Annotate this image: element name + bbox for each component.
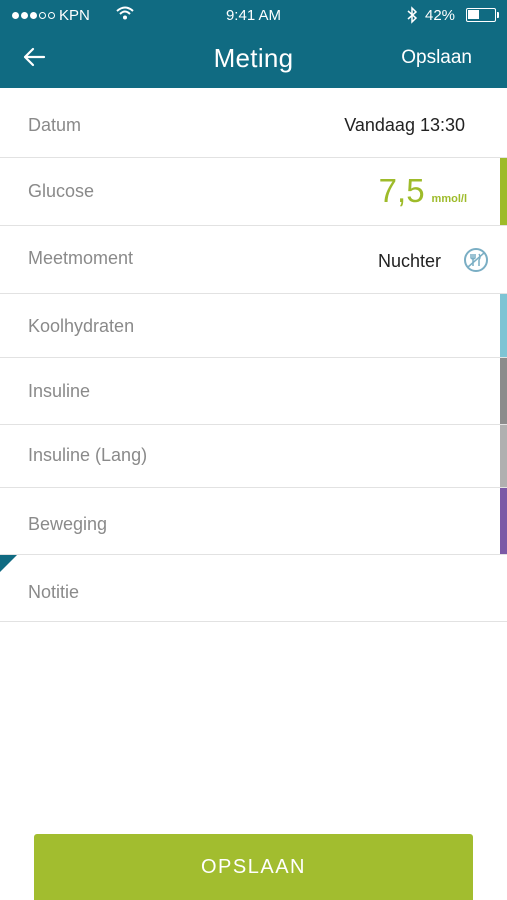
insuline-lang-label: Insuline (Lang) — [28, 445, 148, 465]
row-koolhydraten[interactable]: Koolhydraten — [0, 294, 507, 358]
beweging-label: Beweging — [28, 514, 108, 534]
row-notitie[interactable]: Notitie — [0, 555, 507, 622]
navigation-bar: Meting Opslaan — [0, 30, 507, 88]
status-bar: KPN 9:41 AM 42% — [0, 0, 507, 30]
bluetooth-icon — [406, 6, 418, 28]
notitie-label: Notitie — [28, 582, 80, 602]
row-meetmoment[interactable]: Meetmoment Nuchter — [0, 226, 507, 294]
insuline-accent-bar — [500, 358, 507, 424]
glucose-accent-bar — [500, 158, 507, 225]
beweging-accent-bar — [500, 488, 507, 554]
battery-percentage: 42% — [425, 7, 456, 24]
glucose-value: 7,5 mmol/l — [379, 172, 467, 210]
top-bar: KPN 9:41 AM 42% Meting Opslaan — [0, 0, 507, 88]
row-datum[interactable]: Datum Vandaag 13:30 — [0, 88, 507, 158]
save-button[interactable]: OPSLAAN — [34, 834, 473, 900]
koolhydraten-label: Koolhydraten — [28, 316, 135, 336]
meetmoment-value: Nuchter — [377, 251, 441, 271]
battery-icon — [466, 8, 499, 22]
insuline-label: Insuline — [28, 381, 91, 401]
fasting-icon — [464, 248, 488, 272]
insuline-lang-accent-bar — [500, 425, 507, 487]
measurement-form: Datum Vandaag 13:30 Glucose 7,5 mmol/l M… — [0, 88, 507, 622]
koolhydraten-accent-bar — [500, 294, 507, 357]
row-insuline[interactable]: Insuline — [0, 358, 507, 425]
datum-value: Vandaag 13:30 — [344, 115, 465, 135]
glucose-label: Glucose — [28, 181, 95, 201]
row-glucose[interactable]: Glucose 7,5 mmol/l — [0, 158, 507, 226]
row-insuline-lang[interactable]: Insuline (Lang) — [0, 425, 507, 488]
datum-label: Datum — [28, 115, 82, 135]
header-save-button[interactable]: Opslaan — [401, 47, 472, 69]
corner-marker — [0, 555, 17, 572]
row-beweging[interactable]: Beweging — [0, 488, 507, 555]
glucose-unit: mmol/l — [431, 193, 467, 205]
meetmoment-label: Meetmoment — [28, 248, 134, 268]
glucose-number: 7,5 — [378, 172, 425, 209]
